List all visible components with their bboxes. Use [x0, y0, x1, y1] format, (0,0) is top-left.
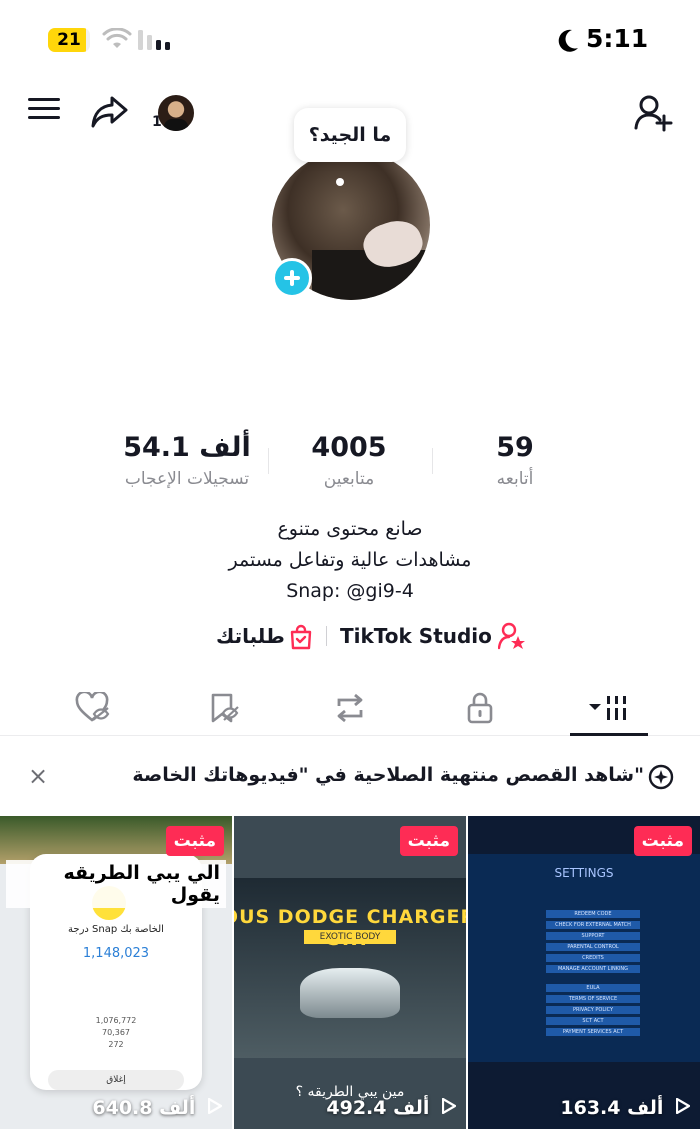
- following-stat[interactable]: 59 أتابعه: [430, 432, 600, 489]
- tab-private[interactable]: [410, 680, 550, 736]
- likes-count: 54.1 ألف: [123, 432, 251, 463]
- tab-reposts[interactable]: [280, 680, 420, 736]
- following-label: أتابعه: [496, 469, 534, 489]
- add-story-button[interactable]: [272, 258, 312, 298]
- card-line: 272: [108, 1040, 124, 1049]
- wifi-icon: [102, 28, 132, 48]
- menu-icon[interactable]: [28, 95, 62, 123]
- followers-stat[interactable]: 4005 متابعين: [264, 432, 434, 489]
- view-count-label: 492.4 ألف: [326, 1097, 430, 1119]
- play-icon: [676, 1098, 690, 1114]
- likes-label: تسجيلات الإعجاب: [124, 469, 250, 489]
- sparkle-icon: [648, 764, 674, 790]
- creator-star-icon: [498, 622, 525, 650]
- battery-level: 21: [57, 30, 81, 50]
- menu-item: PAYMENT SERVICES ACT: [546, 1028, 640, 1036]
- view-count: 640.8 ألف: [92, 1097, 222, 1119]
- share-icon[interactable]: [90, 94, 130, 130]
- pinned-badge: مثبت: [165, 826, 224, 856]
- card-title: درجة Snap الخاصة بك: [68, 924, 164, 935]
- bio-line-1: صانع محتوى متنوع: [277, 518, 423, 540]
- orders-label: طلباتك: [216, 624, 285, 648]
- bio-line-3: Snap: @gi9-4: [286, 580, 414, 602]
- screen-title: SETTINGS: [554, 866, 614, 880]
- links-separator: [326, 626, 327, 646]
- menu-item: CHECK FOR EXTERNAL MATCH: [546, 921, 640, 929]
- tab-liked[interactable]: [22, 680, 162, 736]
- bio-line-2: مشاهدات عالية وتفاعل مستمر: [228, 549, 472, 571]
- tiktok-studio-label: TikTok Studio: [340, 624, 492, 648]
- card-line: 1,076,772: [95, 1016, 137, 1025]
- followers-count: 4005: [311, 432, 387, 463]
- video-grid: الي يبي الطريقه يقول درجة Snap الخاصة بك…: [0, 816, 700, 1129]
- battery-icon: 21: [48, 28, 90, 52]
- view-count-label: 640.8 ألف: [92, 1097, 196, 1119]
- menu-item: MANAGE ACCOUNT LINKING: [546, 965, 640, 973]
- repost-icon: [337, 693, 363, 723]
- play-icon: [208, 1098, 222, 1114]
- heart-hidden-icon: [75, 692, 110, 722]
- video-caption: الي يبي الطريقه يقول: [6, 860, 226, 908]
- video-thumbnail[interactable]: OUS DODGE CHARGER SRT EXOTIC BODY مين يب…: [234, 816, 466, 1129]
- followers-label: متابعين: [323, 469, 375, 489]
- play-icon: [442, 1098, 456, 1114]
- menu-item: SCT ACT: [546, 1017, 640, 1025]
- banner-text: شاهد القصص منتهية الصلاحية في "فيديوهاتك…: [132, 764, 644, 786]
- video-thumbnail[interactable]: الي يبي الطريقه يقول درجة Snap الخاصة بك…: [0, 816, 232, 1129]
- bookmark-hidden-icon: [211, 693, 239, 723]
- video-thumbnail[interactable]: SETTINGS REDEEM CODE CHECK FOR EXTERNAL …: [468, 816, 700, 1129]
- close-icon[interactable]: ×: [28, 762, 48, 790]
- account-avatar[interactable]: [156, 93, 196, 133]
- account-count: 1: [152, 114, 162, 130]
- menu-item: PARENTAL CONTROL: [546, 943, 640, 951]
- car-image: [300, 968, 400, 1018]
- status-bar: 21 5:11: [0, 0, 700, 80]
- card-line: 70,367: [102, 1028, 130, 1037]
- note-bubble[interactable]: ما الجيد؟: [294, 108, 406, 162]
- likes-stat[interactable]: 54.1 ألف تسجيلات الإعجاب: [102, 432, 272, 489]
- tab-favorites[interactable]: [154, 680, 294, 736]
- view-count: 492.4 ألف: [326, 1097, 456, 1119]
- menu-item: PRIVACY POLICY: [546, 1006, 640, 1014]
- lock-icon: [467, 692, 493, 724]
- expired-stories-banner[interactable]: شاهد القصص منتهية الصلاحية في "فيديوهاتك…: [0, 752, 700, 802]
- game-subtitle: EXOTIC BODY: [304, 930, 396, 944]
- view-count-label: 163.4 ألف: [560, 1097, 664, 1119]
- profile-tabs: [0, 680, 700, 736]
- card-close-button: إغلاق: [48, 1070, 184, 1090]
- clock: 5:11: [586, 24, 649, 53]
- menu-item: REDEEM CODE: [546, 910, 640, 918]
- bubble-dot: [336, 178, 344, 186]
- pinned-badge: مثبت: [399, 826, 458, 856]
- card-score: 1,148,023: [82, 946, 150, 961]
- pinned-badge: مثبت: [633, 826, 692, 856]
- menu-item: TERMS OF SERVICE: [546, 995, 640, 1003]
- add-friend-icon[interactable]: [634, 94, 674, 132]
- video-grid-icon: [589, 696, 626, 720]
- view-count: 163.4 ألف: [560, 1097, 690, 1119]
- menu-item: EULA: [546, 984, 640, 992]
- menu-item: CREDITS: [546, 954, 640, 962]
- signal-icon: [138, 30, 170, 50]
- active-tab-indicator: [570, 733, 648, 736]
- following-count: 59: [496, 432, 534, 463]
- tab-videos[interactable]: [540, 680, 680, 736]
- shopping-bag-icon: [290, 624, 312, 650]
- moon-icon: [558, 29, 578, 52]
- menu-item: SUPPORT: [546, 932, 640, 940]
